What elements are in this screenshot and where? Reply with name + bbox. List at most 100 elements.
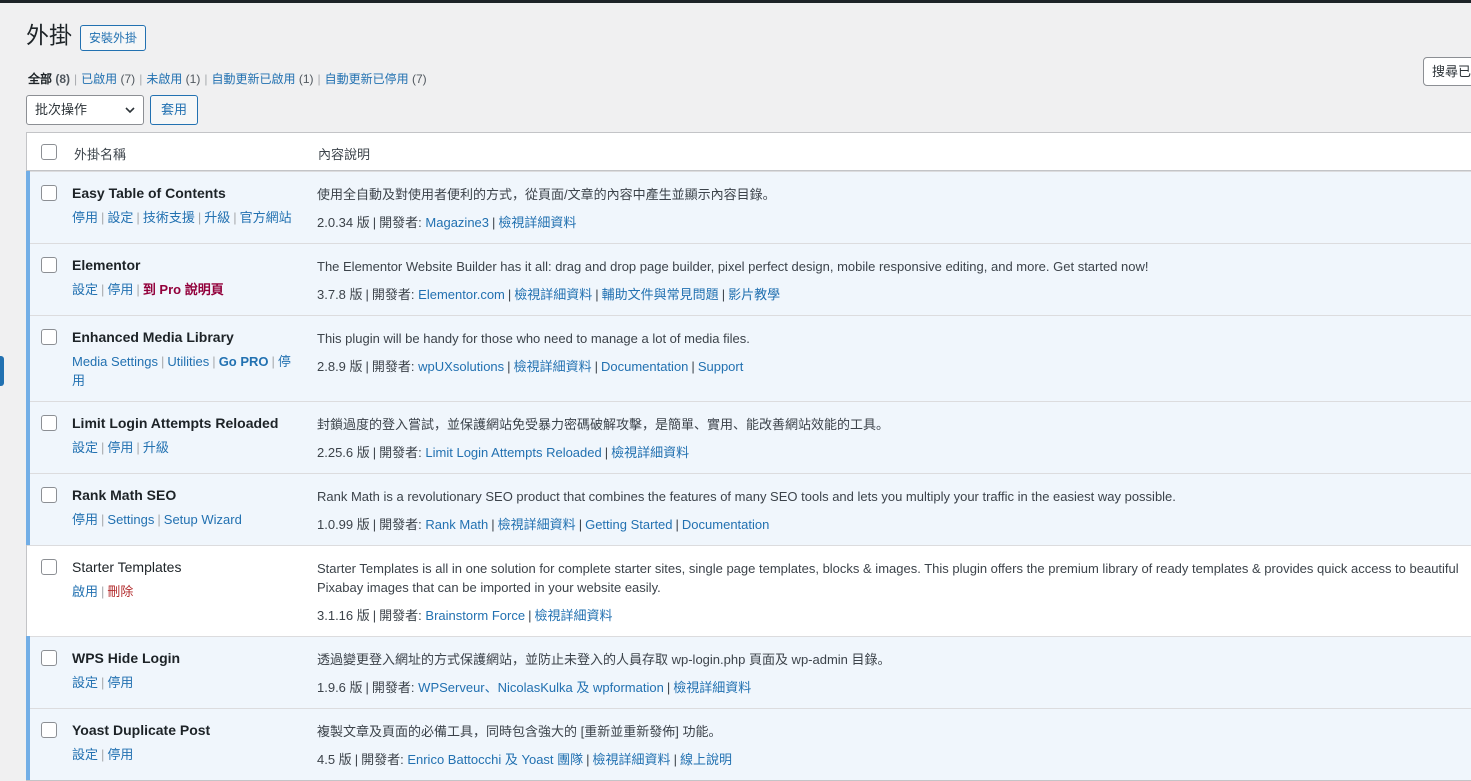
view-details-link[interactable]: 檢視詳細資料 [611, 445, 689, 460]
plugin-actions: 設定 | 停用 [72, 747, 134, 762]
plugin-name: WPS Hide Login [72, 650, 181, 666]
docs-faq-link[interactable]: 輔助文件與常見問題 [602, 287, 719, 302]
plugins-table: 外掛名稱 內容說明 Easy Table of Contents 停用 | 設定 | 技… [26, 132, 1471, 781]
filter-auto-update-disabled[interactable]: 自動更新已停用 (7) [325, 72, 427, 86]
plugin-actions: 設定 | 停用 | 到 Pro 說明頁 [72, 282, 224, 297]
action-support[interactable]: 技術支援 [143, 210, 195, 225]
plugin-row: WPS Hide Login 設定 | 停用 透過變更登入網址的方式保護網站，並防止… [26, 636, 1471, 708]
filter-auto-update-enabled[interactable]: 自動更新已啟用 (1) [211, 72, 313, 86]
view-details-link[interactable]: 檢視詳細資料 [498, 517, 576, 532]
column-description: 內容說明 [318, 147, 371, 162]
plugin-meta: 4.5 版 | 開發者: Enrico Battocchi 及 Yoast 團隊 | 檢… [317, 752, 732, 767]
action-deactivate[interactable]: 停用 [107, 747, 133, 762]
plugin-name: Rank Math SEO [72, 487, 177, 503]
filter-inactive[interactable]: 未啟用 (1) [146, 72, 200, 86]
action-media-settings[interactable]: Media Settings [72, 354, 158, 369]
view-details-link[interactable]: 檢視詳細資料 [673, 680, 751, 695]
author-link[interactable]: Limit Login Attempts Reloaded [425, 445, 601, 460]
filter-active[interactable]: 已啟用 (7) [81, 72, 135, 86]
plugin-checkbox[interactable] [41, 650, 57, 666]
page-title: 外掛 [26, 23, 72, 49]
plugin-row: Easy Table of Contents 停用 | 設定 | 技術支援 | 升級 | 官方網… [26, 171, 1471, 243]
plugin-meta: 2.25.6 版 | 開發者: Limit Login Attempts Reloa… [317, 445, 690, 460]
author-link[interactable]: Magazine3 [425, 215, 489, 230]
plugin-checkbox[interactable] [41, 415, 57, 431]
admin-top-edge [0, 0, 1471, 3]
view-details-link[interactable]: 檢視詳細資料 [498, 215, 576, 230]
action-setup-wizard[interactable]: Setup Wizard [164, 512, 242, 527]
action-settings[interactable]: 設定 [72, 675, 98, 690]
plugin-checkbox[interactable] [41, 487, 57, 503]
action-deactivate[interactable]: 停用 [107, 675, 133, 690]
view-details-link[interactable]: 檢視詳細資料 [514, 359, 592, 374]
plugin-checkbox[interactable] [41, 329, 57, 345]
bulk-action-value: 批次操作 [35, 102, 88, 117]
action-deactivate[interactable]: 停用 [107, 440, 133, 455]
action-website[interactable]: 官方網站 [240, 210, 292, 225]
plugin-name: Starter Templates [72, 559, 182, 575]
documentation-link[interactable]: Documentation [682, 517, 769, 532]
plugin-description: 透過變更登入網址的方式保護網站，並防止未登入的人員存取 wp-login.php… [317, 652, 891, 667]
plugin-name: Elementor [72, 257, 141, 273]
plugin-checkbox[interactable] [41, 559, 57, 575]
plugin-actions: 設定 | 停用 [72, 675, 134, 690]
plugin-actions: 設定 | 停用 | 升級 [72, 440, 169, 455]
add-new-plugin-button[interactable]: 安裝外掛 [80, 25, 147, 51]
filter-all[interactable]: 全部 (8) [28, 72, 70, 86]
action-go-pro[interactable]: 到 Pro 說明頁 [143, 282, 224, 297]
action-utilities[interactable]: Utilities [167, 354, 209, 369]
view-details-link[interactable]: 檢視詳細資料 [593, 752, 671, 767]
plugin-status-filters: 全部 (8) | 已啟用 (7) | 未啟用 (1) | 自動更新已啟用 (1) | 自動更新已… [28, 72, 427, 86]
select-all-checkbox[interactable] [41, 144, 57, 160]
documentation-link[interactable]: Documentation [601, 359, 688, 374]
action-settings[interactable]: 設定 [72, 440, 98, 455]
online-help-link[interactable]: 線上說明 [680, 752, 732, 767]
plugin-description: Rank Math is a revolutionary SEO product… [317, 489, 1176, 504]
author-link[interactable]: Rank Math [425, 517, 488, 532]
action-deactivate[interactable]: 停用 [72, 512, 98, 527]
getting-started-link[interactable]: Getting Started [585, 517, 672, 532]
plugin-name: Yoast Duplicate Post [72, 722, 211, 738]
plugin-actions: 啟用 | 刪除 [72, 584, 134, 599]
action-settings[interactable]: Settings [107, 512, 154, 527]
plugin-checkbox[interactable] [41, 185, 57, 201]
action-deactivate[interactable]: 停用 [107, 282, 133, 297]
action-go-pro[interactable]: Go PRO [219, 354, 269, 369]
author-link[interactable]: Elementor.com [418, 287, 505, 302]
plugin-actions: 停用 | 設定 | 技術支援 | 升級 | 官方網站 [72, 210, 292, 225]
action-settings[interactable]: 設定 [107, 210, 133, 225]
view-details-link[interactable]: 檢視詳細資料 [514, 287, 592, 302]
plugin-checkbox[interactable] [41, 257, 57, 273]
video-tutorials-link[interactable]: 影片教學 [728, 287, 780, 302]
author-link[interactable]: Enrico Battocchi 及 Yoast 團隊 [407, 752, 583, 767]
author-link[interactable]: Brainstorm Force [425, 608, 525, 623]
plugin-meta: 3.7.8 版 | 開發者: Elementor.com | 檢視詳細資料 | 輔助文件與常… [317, 287, 781, 302]
action-activate[interactable]: 啟用 [72, 584, 98, 599]
action-delete[interactable]: 刪除 [107, 584, 133, 599]
action-upgrade[interactable]: 升級 [143, 440, 169, 455]
plugin-description: 封鎖過度的登入嘗試，並保護網站免受暴力密碼破解攻擊，是簡單、實用、能改善網站效能… [317, 417, 890, 432]
action-upgrade[interactable]: 升級 [204, 210, 230, 225]
bulk-action-select[interactable]: 批次操作 [26, 95, 144, 125]
plugin-row: Enhanced Media Library Media Settings | Ut… [26, 315, 1471, 401]
support-link[interactable]: Support [698, 359, 744, 374]
plugin-row: Yoast Duplicate Post 設定 | 停用 複製文章及頁面的必備工具，… [26, 708, 1471, 780]
plugin-row: Starter Templates 啟用 | 刪除 Starter Template… [27, 545, 1471, 636]
column-plugin-name: 外掛名稱 [74, 147, 127, 162]
author-link[interactable]: wpUXsolutions [418, 359, 504, 374]
plugin-checkbox[interactable] [41, 722, 57, 738]
action-settings[interactable]: 設定 [72, 747, 98, 762]
table-header: 外掛名稱 內容說明 [27, 133, 1471, 171]
plugin-meta: 3.1.16 版 | 開發者: Brainstorm Force | 檢視詳細資料 [317, 608, 613, 623]
plugin-description: 複製文章及頁面的必備工具，同時包含強大的 [重新並重新發佈] 功能。 [317, 724, 722, 739]
plugin-description: Starter Templates is all in one solution… [317, 561, 1459, 595]
chevron-down-icon [125, 107, 135, 114]
view-details-link[interactable]: 檢視詳細資料 [535, 608, 613, 623]
author-link[interactable]: WPServeur、NicolasKulka 及 wpformation [418, 680, 664, 695]
action-deactivate[interactable]: 停用 [72, 210, 98, 225]
search-plugins-button[interactable]: 搜尋已 [1423, 57, 1471, 86]
action-settings[interactable]: 設定 [72, 282, 98, 297]
plugin-name: Easy Table of Contents [72, 185, 226, 201]
apply-bulk-button[interactable]: 套用 [150, 95, 198, 125]
plugin-description: The Elementor Website Builder has it all… [317, 259, 1149, 274]
